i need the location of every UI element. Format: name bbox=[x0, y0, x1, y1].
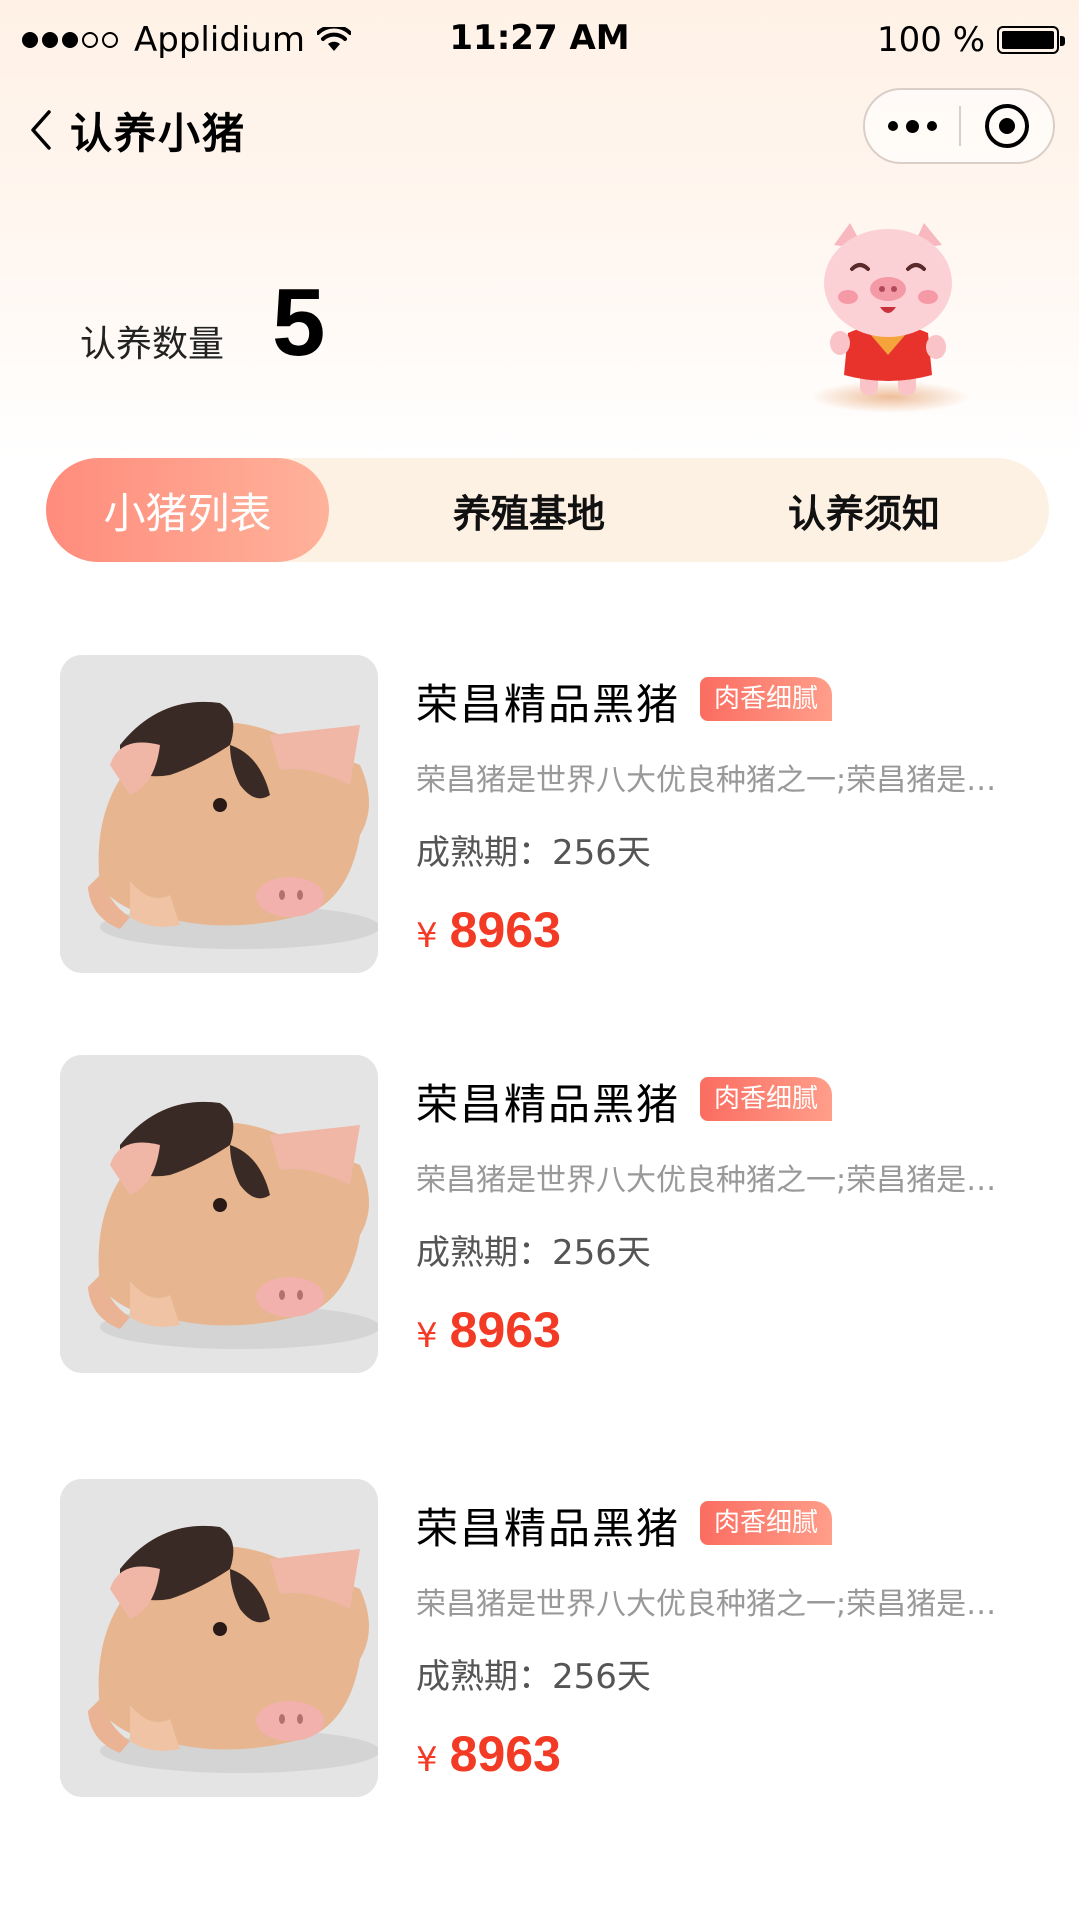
product-description: 荣昌猪是世界八大优良种猪之一;荣昌猪是世界八大优良种猪之一 bbox=[416, 1163, 1016, 1198]
status-bar-right: 100 % bbox=[876, 18, 1065, 62]
battery-percent: 100 % bbox=[876, 20, 985, 60]
product-card[interactable]: 荣昌精品黑猪 肉香细腻 荣昌猪是世界八大优良种猪之一;荣昌猪是世界八大优良种猪之… bbox=[60, 655, 1040, 973]
product-name: 荣昌精品黑猪 bbox=[416, 1080, 681, 1129]
tab-breeding-base[interactable]: 养殖基地 bbox=[379, 458, 679, 562]
price-value: 8963 bbox=[449, 1302, 561, 1358]
product-description: 荣昌猪是世界八大优良种猪之一;荣昌猪是世界八大优良种猪之一 bbox=[416, 1587, 1016, 1622]
product-tag-badge: 肉香细腻 bbox=[700, 1501, 833, 1545]
product-price: ¥ 8963 bbox=[416, 1301, 561, 1361]
pig-photo bbox=[60, 1055, 378, 1373]
tab-adoption-notice[interactable]: 认养须知 bbox=[714, 458, 1014, 562]
adoption-count-label: 认养数量 bbox=[80, 324, 225, 365]
price-currency: ¥ bbox=[416, 1316, 438, 1356]
product-card[interactable]: 荣昌精品黑猪 肉香细腻 荣昌猪是世界八大优良种猪之一;荣昌猪是世界八大优良种猪之… bbox=[60, 1479, 1040, 1797]
adoption-count-value: 5 bbox=[272, 269, 326, 376]
back-button[interactable]: 认养小猪 bbox=[30, 98, 246, 162]
miniprogram-capsule bbox=[863, 88, 1055, 164]
product-maturity-period: 成熟期：256天 bbox=[416, 1657, 651, 1697]
battery-icon bbox=[997, 26, 1065, 54]
price-value: 8963 bbox=[449, 1726, 561, 1782]
product-name: 荣昌精品黑猪 bbox=[416, 1504, 681, 1553]
tab-pig-list[interactable]: 小猪列表 bbox=[46, 458, 329, 562]
chevron-left-icon bbox=[31, 110, 51, 150]
product-name: 荣昌精品黑猪 bbox=[416, 680, 681, 729]
page-title: 认养小猪 bbox=[70, 108, 247, 158]
price-value: 8963 bbox=[449, 902, 561, 958]
more-dots-icon[interactable] bbox=[865, 90, 959, 162]
status-bar: Applidium 11:27 AM 100 % bbox=[0, 0, 1079, 80]
pig-photo bbox=[60, 655, 378, 973]
navigation-bar: 认养小猪 bbox=[0, 80, 1079, 180]
product-description: 荣昌猪是世界八大优良种猪之一;荣昌猪是世界八大优良种猪之一 bbox=[416, 763, 1016, 798]
product-maturity-period: 成熟期：256天 bbox=[416, 833, 651, 873]
price-currency: ¥ bbox=[416, 916, 438, 956]
target-circle-icon[interactable] bbox=[961, 90, 1053, 162]
product-price: ¥ 8963 bbox=[416, 901, 561, 961]
price-currency: ¥ bbox=[416, 1740, 438, 1780]
product-card[interactable]: 荣昌精品黑猪 肉香细腻 荣昌猪是世界八大优良种猪之一;荣昌猪是世界八大优良种猪之… bbox=[60, 1055, 1040, 1373]
product-tag-badge: 肉香细腻 bbox=[700, 1077, 833, 1121]
product-maturity-period: 成熟期：256天 bbox=[416, 1233, 651, 1273]
product-price: ¥ 8963 bbox=[416, 1725, 561, 1785]
pig-photo bbox=[60, 1479, 378, 1797]
product-tag-badge: 肉香细腻 bbox=[700, 677, 833, 721]
pig-mascot-icon bbox=[810, 223, 970, 413]
tab-bar: 小猪列表 养殖基地 认养须知 bbox=[46, 458, 1049, 562]
